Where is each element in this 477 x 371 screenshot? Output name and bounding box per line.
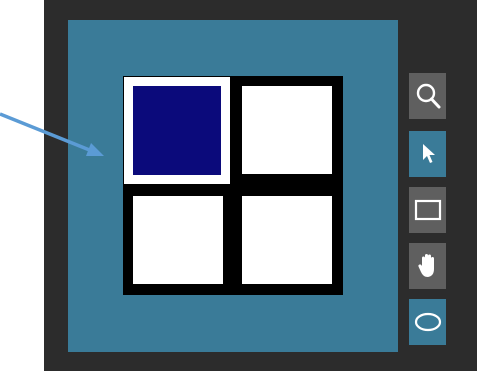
- grid-cell-r2c1[interactable]: [133, 196, 223, 284]
- zoom-tool-button[interactable]: [409, 73, 446, 119]
- tool-palette: [409, 73, 446, 350]
- rectangle-tool-button[interactable]: [409, 187, 446, 233]
- magnifier-icon: [416, 83, 440, 109]
- pan-tool-button[interactable]: [409, 243, 446, 289]
- pointer-arrow-icon: [422, 144, 435, 163]
- grid-cell-r1c1[interactable]: [124, 77, 230, 184]
- grid-cell-r2c2[interactable]: [242, 196, 332, 284]
- ellipse-icon: [414, 312, 441, 332]
- grid-cell-r1c2[interactable]: [242, 86, 332, 174]
- ellipse-tool-button[interactable]: [409, 299, 446, 345]
- hand-icon: [417, 254, 434, 277]
- rectangle-icon: [414, 199, 441, 221]
- grid-2x2: [123, 76, 343, 295]
- select-tool-button[interactable]: [409, 131, 446, 177]
